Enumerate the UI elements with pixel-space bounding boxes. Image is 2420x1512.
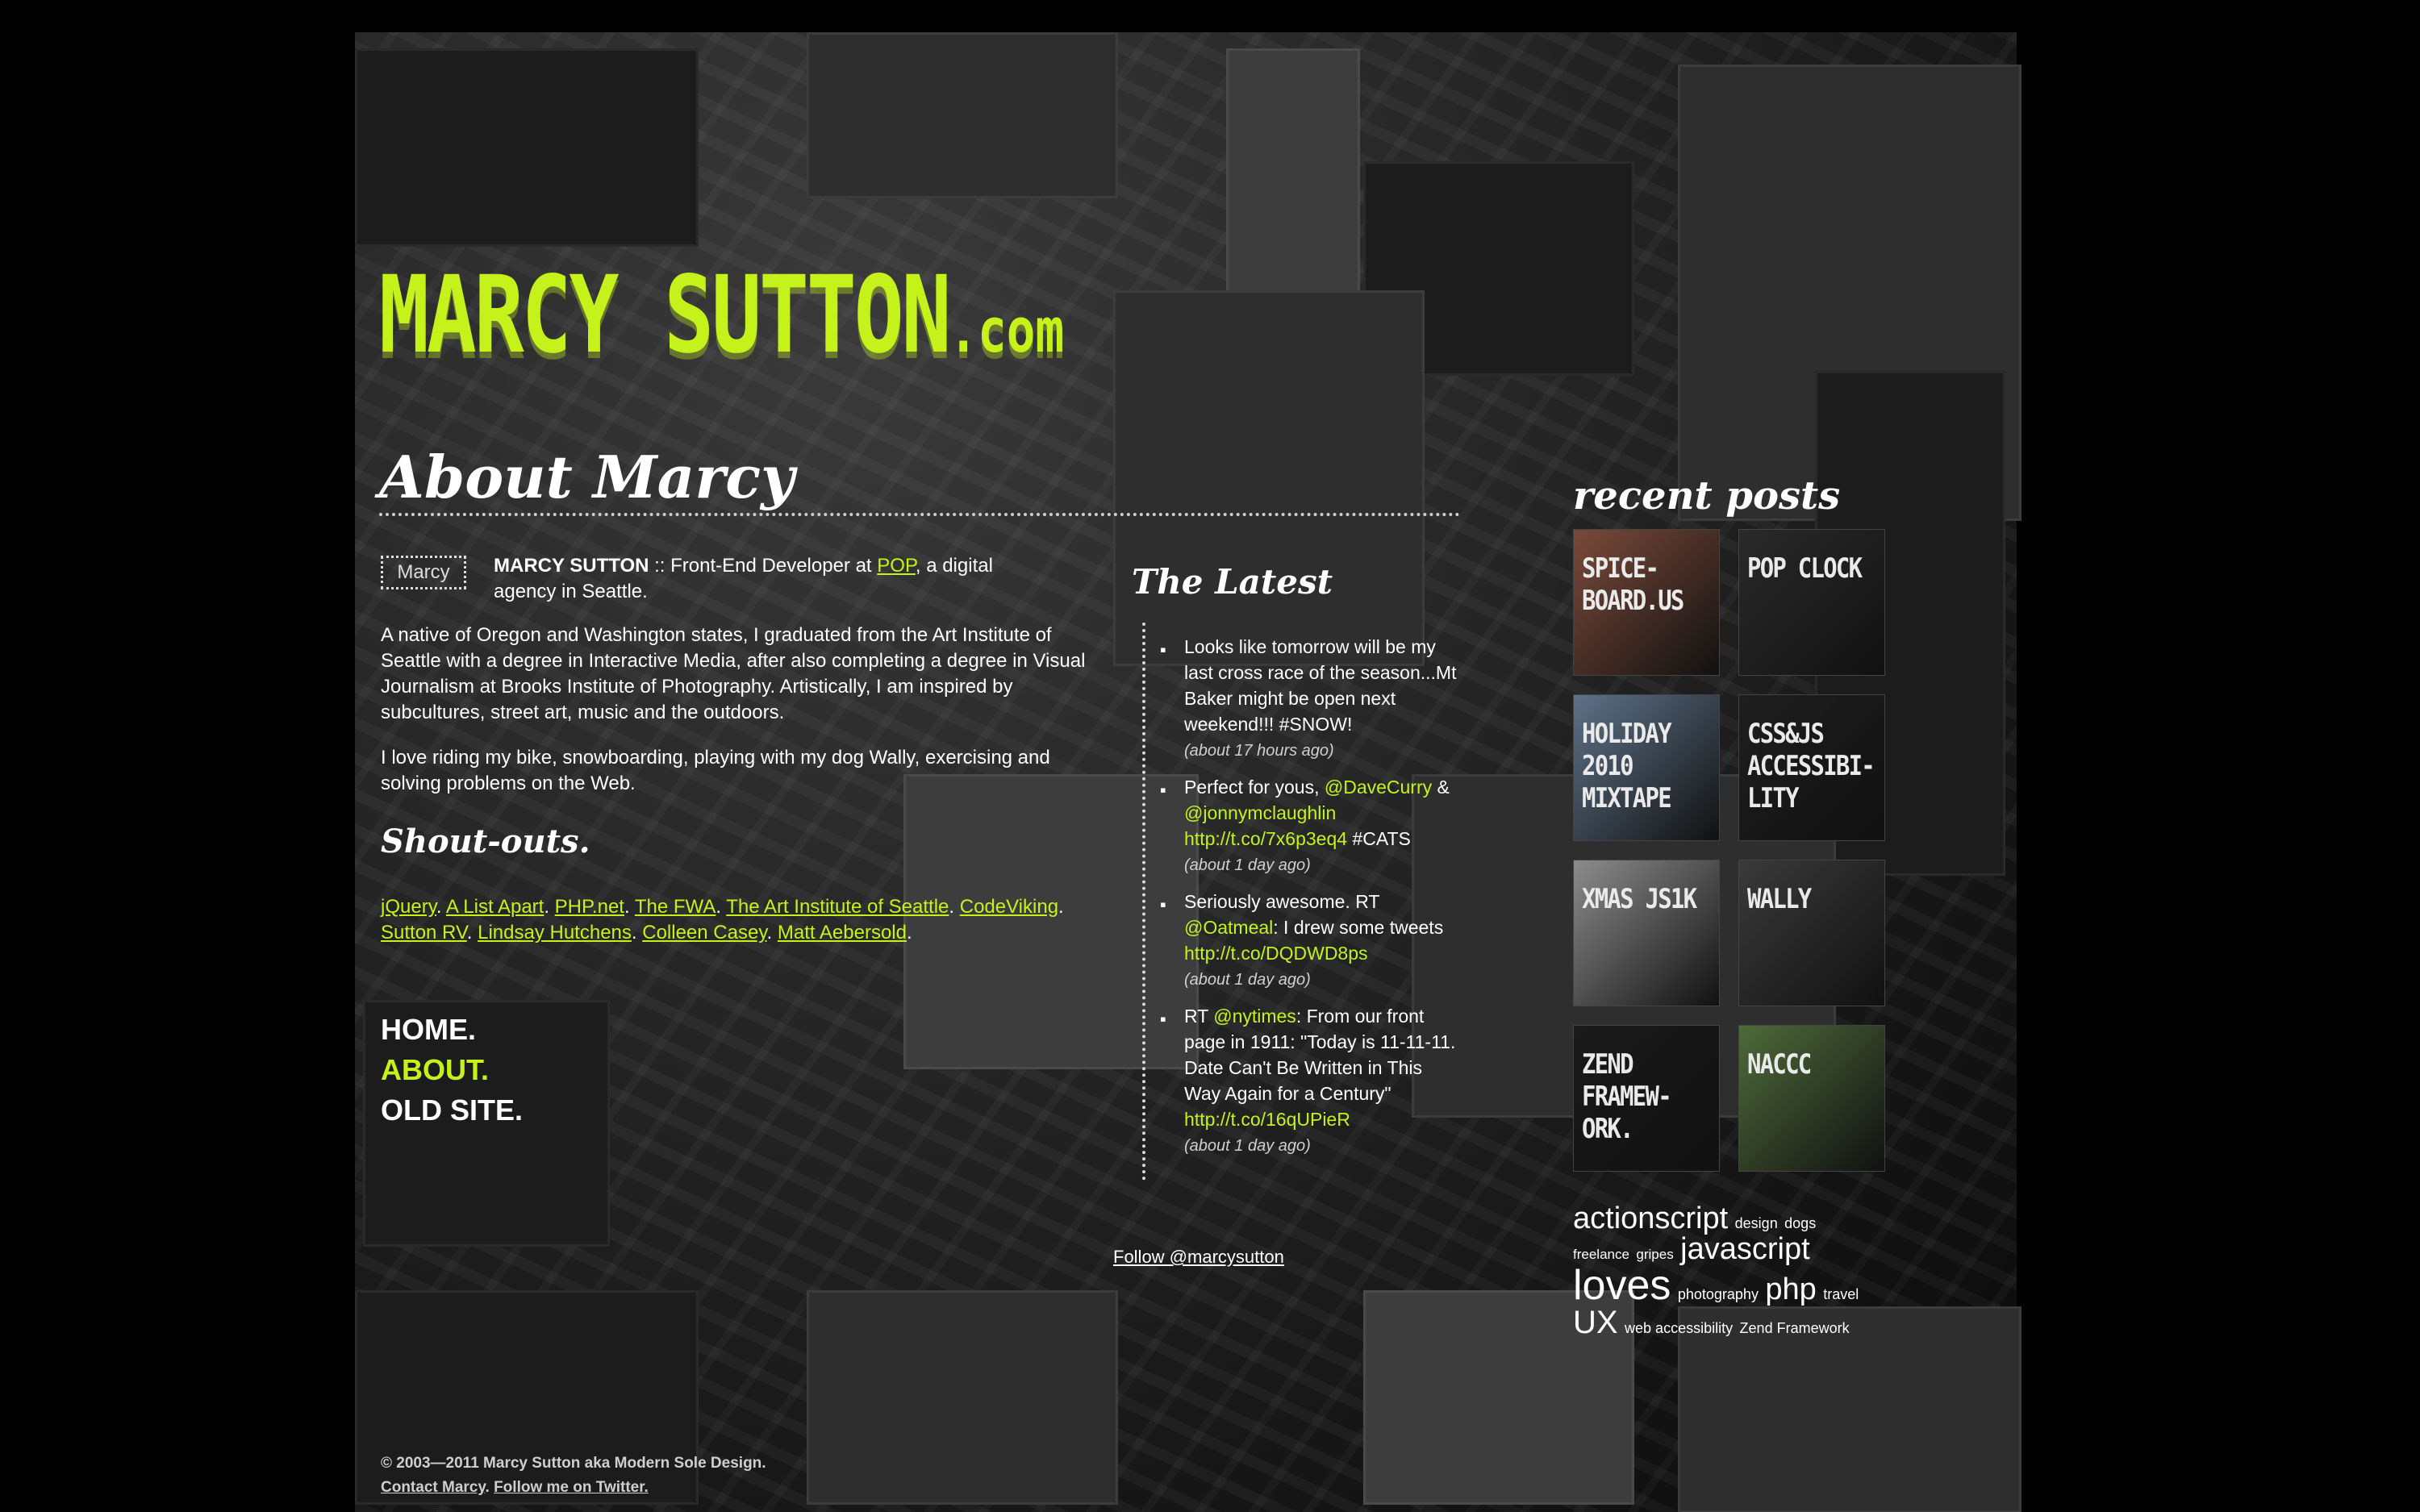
- tweet-list: ▪ Looks like tomorrow will be my last cro…: [1142, 623, 1460, 1181]
- tag-link[interactable]: design: [1735, 1215, 1778, 1231]
- tweet-link[interactable]: http://t.co/16qUPieR: [1184, 1109, 1350, 1130]
- shoutout-link[interactable]: Matt Aebersold: [778, 922, 907, 943]
- tweet-link[interactable]: http://t.co/DQDWD8ps: [1184, 943, 1368, 964]
- recent-post-thumb[interactable]: CSS&JS ACCESSIBI-LITY: [1738, 694, 1885, 841]
- recent-post-thumb[interactable]: SPICE-BOARD.US: [1573, 529, 1720, 676]
- bio-paragraph-2: I love riding my bike, snowboarding, pla…: [381, 747, 1050, 794]
- thumb-label: POP CLOCK: [1747, 552, 1863, 585]
- contact-link[interactable]: Contact Marcy: [381, 1479, 486, 1496]
- tag-link[interactable]: Zend Framework: [1740, 1320, 1850, 1336]
- tweet-item: ▪ Looks like tomorrow will be my last cro…: [1160, 634, 1458, 764]
- thumb-label: SPICE-BOARD.US: [1582, 552, 1684, 617]
- tweet-text: Seriously awesome. RT @Oatmeal: I drew s…: [1184, 891, 1444, 964]
- poster: [807, 32, 1118, 198]
- intro-text: MARCY SUTTON :: Front-End Developer at P…: [494, 553, 1058, 605]
- shoutout-link[interactable]: PHP.net: [555, 896, 624, 918]
- tag-link[interactable]: loves: [1573, 1262, 1671, 1309]
- bullet-icon: ▪: [1160, 894, 1166, 914]
- tag-link[interactable]: travel: [1823, 1286, 1859, 1302]
- shoutout-link[interactable]: CodeViking: [960, 896, 1058, 918]
- avatar: Marcy: [381, 556, 466, 589]
- recent-post-thumb[interactable]: WALLY: [1738, 860, 1885, 1006]
- logo-main: MARCY SUTTON: [379, 253, 952, 377]
- twitter-link[interactable]: Follow me on Twitter.: [494, 1479, 649, 1496]
- shoutout-link[interactable]: Lindsay Hutchens: [478, 922, 632, 943]
- tweet-link[interactable]: @nytimes: [1213, 1006, 1296, 1027]
- tag-cloud: actionscript design dogs freelance gripe…: [1573, 1203, 1880, 1339]
- shoutout-link[interactable]: jQuery: [381, 896, 436, 918]
- nav-item[interactable]: HOME.: [381, 1010, 523, 1050]
- tweet-link[interactable]: @DaveCurry: [1325, 777, 1432, 798]
- shoutout-link[interactable]: The FWA: [635, 896, 716, 918]
- bio-paragraph-1: A native of Oregon and Washington states…: [381, 624, 1086, 723]
- tag-link[interactable]: javascript: [1680, 1232, 1810, 1266]
- recent-post-thumb[interactable]: POP CLOCK: [1738, 529, 1885, 676]
- thumb-label: WALLY: [1747, 883, 1812, 915]
- tweet-time: (about 1 day ago): [1184, 856, 1311, 874]
- tweet-text: Perfect for yous, @DaveCurry & @jonnymcl…: [1184, 777, 1450, 849]
- thumb-label: ZEND FRAMEW-ORK.: [1582, 1048, 1672, 1145]
- tag-link[interactable]: php: [1765, 1272, 1816, 1306]
- bullet-icon: ▪: [1160, 780, 1166, 800]
- poster: [807, 1290, 1118, 1505]
- shoutout-link[interactable]: Sutton RV: [381, 922, 467, 943]
- footer: © 2003—2011 Marcy Sutton aka Modern Sole…: [381, 1452, 766, 1500]
- tweet-time: (about 1 day ago): [1184, 971, 1311, 989]
- thumb-label: NACCC: [1747, 1048, 1812, 1081]
- tag-link[interactable]: photography: [1678, 1286, 1759, 1302]
- tweet-time: (about 1 day ago): [1184, 1137, 1311, 1155]
- tweet-link[interactable]: @Oatmeal: [1184, 917, 1273, 938]
- bullet-icon: ▪: [1160, 639, 1166, 660]
- thumb-label: XMAS JS1K: [1582, 883, 1697, 915]
- main-nav: HOME. ABOUT. OLD SITE.: [381, 1010, 523, 1131]
- nav-item[interactable]: OLD SITE.: [381, 1090, 523, 1131]
- tag-link[interactable]: web accessibility: [1625, 1320, 1733, 1336]
- shoutouts-list: jQuery. A List Apart. PHP.net. The FWA. …: [381, 896, 1064, 943]
- recent-post-thumb[interactable]: HOLIDAY 2010 MIXTAPE: [1573, 694, 1720, 841]
- tag-link[interactable]: gripes: [1636, 1247, 1673, 1262]
- poster: [355, 48, 699, 247]
- recent-posts-title: recent posts: [1573, 473, 1841, 519]
- bullet-icon: ▪: [1160, 1009, 1166, 1029]
- intro-sep: :: Front-End Developer at: [649, 555, 878, 577]
- nav-item[interactable]: ABOUT.: [381, 1050, 523, 1090]
- follow-twitter-link[interactable]: Follow @marcysutton: [1113, 1247, 1284, 1268]
- intro-name: MARCY SUTTON: [494, 555, 649, 577]
- tweet-time: (about 17 hours ago): [1184, 742, 1334, 760]
- tweet-item: ▪ Seriously awesome. RT @Oatmeal: I drew …: [1160, 889, 1458, 993]
- tag-link[interactable]: UX: [1573, 1305, 1618, 1340]
- shoutouts-title: Shout-outs.: [381, 823, 590, 860]
- tag-link[interactable]: freelance: [1573, 1247, 1629, 1262]
- thumb-label: HOLIDAY 2010 MIXTAPE: [1582, 718, 1672, 814]
- thumb-label: CSS&JS ACCESSIBI-LITY: [1747, 718, 1876, 814]
- tag-link[interactable]: dogs: [1784, 1215, 1816, 1231]
- pop-link[interactable]: POP: [877, 555, 916, 577]
- logo-suffix: .com: [949, 294, 1065, 366]
- tweet-link[interactable]: @jonnymclaughlin: [1184, 802, 1336, 823]
- page-title: About Marcy: [379, 442, 1460, 516]
- tweet-text: Looks like tomorrow will be my last cros…: [1184, 636, 1457, 735]
- tweet-item: ▪ Perfect for yous, @DaveCurry & @jonnymc…: [1160, 774, 1458, 879]
- site-logo[interactable]: MARCY SUTTON.com: [379, 262, 1064, 369]
- tweet-text: RT @nytimes: From our front page in 1911…: [1184, 1006, 1456, 1130]
- recent-post-thumb[interactable]: XMAS JS1K: [1573, 860, 1720, 1006]
- tweet-link[interactable]: http://t.co/7x6p3eq4: [1184, 828, 1347, 849]
- tag-link[interactable]: actionscript: [1573, 1202, 1728, 1235]
- recent-post-thumb[interactable]: NACCC: [1738, 1025, 1885, 1172]
- shoutout-link[interactable]: A List Apart: [446, 896, 544, 918]
- recent-post-thumb[interactable]: ZEND FRAMEW-ORK.: [1573, 1025, 1720, 1172]
- tweet-item: ▪ RT @nytimes: From our front page in 191…: [1160, 1003, 1458, 1160]
- shoutout-link[interactable]: Colleen Casey: [642, 922, 766, 943]
- copyright: © 2003—2011 Marcy Sutton aka Modern Sole…: [381, 1455, 766, 1472]
- latest-title: The Latest: [1132, 562, 1333, 602]
- shoutout-link[interactable]: The Art Institute of Seattle: [726, 896, 949, 918]
